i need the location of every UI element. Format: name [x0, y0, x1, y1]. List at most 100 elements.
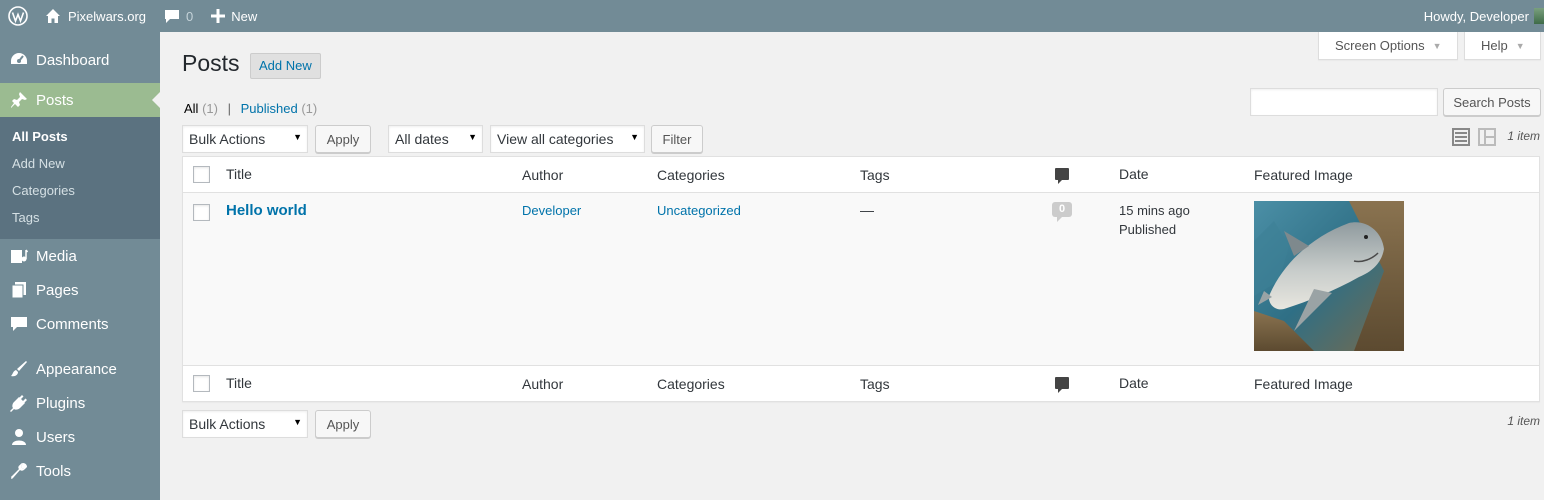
comment-icon [9, 314, 29, 334]
post-tags: — [860, 202, 874, 218]
site-name: Pixelwars.org [68, 8, 147, 24]
column-title[interactable]: Title [226, 166, 252, 182]
menu-label: Comments [36, 315, 109, 333]
plus-icon [211, 9, 226, 23]
apply-button[interactable]: Apply [315, 125, 371, 153]
menu-label: Posts [36, 91, 74, 109]
search-posts-button[interactable]: Search Posts [1443, 88, 1541, 116]
column-categories: Categories [657, 376, 725, 392]
menu-tools[interactable]: Tools [0, 454, 160, 488]
site-name-link[interactable]: Pixelwars.org [36, 0, 155, 32]
my-account-link[interactable]: Howdy, Developer [1415, 0, 1544, 32]
apply-button-bottom[interactable]: Apply [315, 410, 371, 438]
column-date[interactable]: Date [1119, 166, 1149, 182]
menu-appearance[interactable]: Appearance [0, 352, 160, 386]
post-title-link[interactable]: Hello world [226, 202, 307, 219]
plug-icon [9, 393, 29, 413]
menu-pages[interactable]: Pages [0, 273, 160, 307]
featured-image-thumbnail[interactable] [1254, 201, 1404, 351]
posts-submenu: All Posts Add New Categories Tags [0, 117, 160, 239]
menu-label: Plugins [36, 394, 86, 412]
select-all-checkbox-footer[interactable] [193, 375, 210, 392]
dates-value: All dates [395, 131, 449, 147]
column-tags: Tags [860, 167, 890, 183]
items-count-top: 1 item [1507, 129, 1540, 143]
submenu-tags[interactable]: Tags [0, 204, 160, 231]
table-header: Title Author Categories Tags Date Featur… [183, 157, 1539, 193]
column-categories: Categories [657, 167, 725, 183]
menu-dashboard[interactable]: Dashboard [0, 43, 160, 77]
menu-label: Media [36, 247, 77, 265]
menu-label: Tools [36, 462, 72, 480]
help-label: Help [1481, 38, 1508, 53]
howdy-text: Howdy, Developer [1423, 8, 1529, 24]
categories-value: View all categories [497, 131, 614, 147]
submenu-all-posts[interactable]: All Posts [0, 123, 160, 150]
menu-plugins[interactable]: Plugins [0, 386, 160, 420]
screen-options-button[interactable]: Screen Options ▼ [1318, 32, 1458, 60]
excerpt-view-icon[interactable] [1478, 128, 1496, 146]
add-new-button[interactable]: Add New [250, 53, 321, 79]
comment-count-bubble[interactable]: 0 [1052, 202, 1072, 222]
menu-label: Appearance [36, 360, 117, 378]
menu-label: Pages [36, 281, 79, 299]
media-icon [9, 246, 29, 266]
menu-label: Users [36, 428, 76, 446]
page-title: Posts [182, 50, 240, 76]
menu-comments[interactable]: Comments [0, 307, 160, 341]
filter-button[interactable]: Filter [651, 125, 703, 153]
view-published-count: (1) [301, 101, 318, 116]
comments-link[interactable]: 0 [155, 0, 202, 32]
main-content: Screen Options ▼ Help ▼ Posts Add New Al… [160, 32, 1544, 500]
view-published[interactable]: Published [241, 101, 298, 116]
submenu-categories[interactable]: Categories [0, 177, 160, 204]
view-all[interactable]: All [184, 101, 198, 116]
admin-menu: Dashboard Posts All Posts Add New Catego… [0, 32, 160, 500]
post-author-link[interactable]: Developer [522, 203, 581, 218]
select-all-checkbox[interactable] [193, 166, 210, 183]
help-button[interactable]: Help ▼ [1464, 32, 1541, 60]
bulk-actions-select[interactable]: Bulk Actions ▼ [182, 125, 308, 153]
menu-separator [0, 341, 160, 352]
post-category-link[interactable]: Uncategorized [657, 203, 741, 218]
items-count-bottom: 1 item [1507, 414, 1540, 428]
menu-label: Dashboard [36, 51, 110, 69]
bulk-actions-value: Bulk Actions [189, 131, 266, 147]
menu-posts[interactable]: Posts [0, 83, 160, 117]
menu-users[interactable]: Users [0, 420, 160, 454]
categories-select[interactable]: View all categories ▼ [490, 125, 645, 153]
submenu-add-new[interactable]: Add New [0, 150, 160, 177]
column-featured-image: Featured Image [1254, 376, 1353, 392]
view-all-count: (1) [202, 101, 218, 116]
comments-column-icon[interactable] [1055, 377, 1069, 393]
search-input[interactable] [1250, 88, 1438, 116]
brush-icon [9, 359, 29, 379]
list-view-icon[interactable] [1452, 128, 1470, 146]
view-mode-switcher [1452, 128, 1496, 146]
table-footer: Title Author Categories Tags Date Featur… [183, 365, 1539, 401]
column-date[interactable]: Date [1119, 375, 1149, 391]
dropdown-arrow-icon: ▼ [468, 132, 477, 142]
user-icon [9, 427, 29, 447]
posts-table: Title Author Categories Tags Date Featur… [182, 156, 1540, 402]
dates-select[interactable]: All dates ▼ [388, 125, 483, 153]
screen-options-label: Screen Options [1335, 38, 1425, 53]
wrench-icon [9, 461, 29, 481]
new-content-link[interactable]: New [202, 0, 266, 32]
column-tags: Tags [860, 376, 890, 392]
view-separator: | [227, 101, 231, 116]
caret-down-icon: ▼ [1432, 40, 1442, 51]
bulk-actions-select-bottom[interactable]: Bulk Actions ▼ [182, 410, 308, 438]
bulk-actions-value: Bulk Actions [189, 416, 266, 432]
menu-media[interactable]: Media [0, 239, 160, 273]
column-featured-image: Featured Image [1254, 167, 1353, 183]
row-checkbox[interactable] [193, 204, 210, 221]
shark-image [1254, 201, 1404, 351]
table-row: Hello world Developer Uncategorized — 0 … [183, 193, 1539, 365]
wordpress-logo-icon[interactable] [0, 0, 36, 32]
column-author: Author [522, 376, 564, 392]
pages-icon [9, 280, 29, 300]
comments-column-icon[interactable] [1055, 168, 1069, 184]
home-icon [45, 8, 61, 24]
column-title[interactable]: Title [226, 375, 252, 391]
